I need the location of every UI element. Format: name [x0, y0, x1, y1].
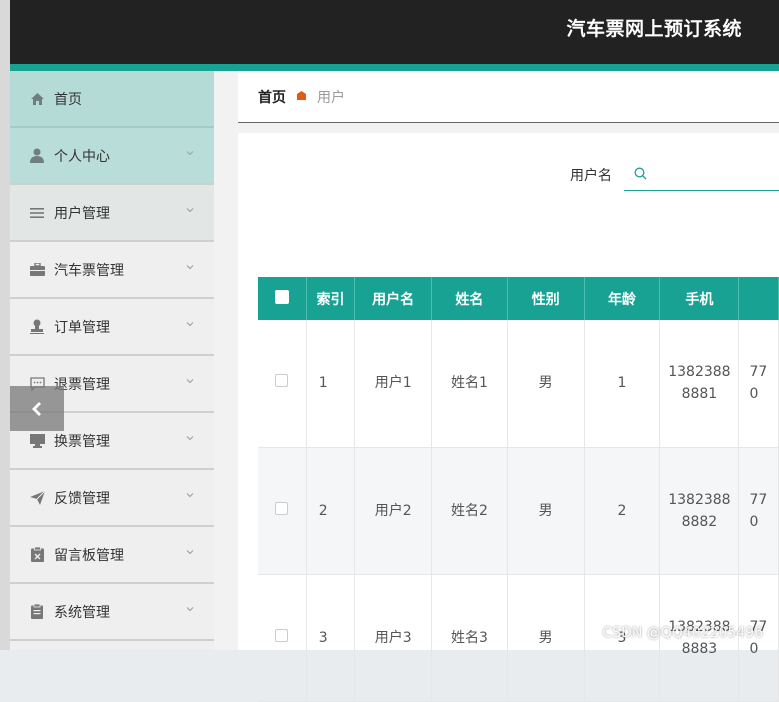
chevron-left-icon: [30, 401, 44, 417]
cell-name: 姓名2: [432, 447, 508, 574]
sidebar-item-system-management[interactable]: 系统管理: [10, 584, 214, 641]
sidebar-collapse-button[interactable]: [10, 386, 64, 431]
breadcrumb: 首页 用户: [238, 71, 779, 123]
stamp-icon: [29, 319, 45, 335]
cell-age: 1: [584, 320, 660, 447]
sidebar-item-label: 汽车票管理: [54, 260, 124, 280]
sidebar-item-feedback-management[interactable]: 反馈管理: [10, 470, 214, 527]
cell-username: 用户3: [355, 574, 432, 701]
phone-line-2: 8883: [682, 641, 718, 657]
search-icon: [634, 167, 647, 180]
chevron-down-icon: [186, 434, 194, 442]
table-row: 2 用户2 姓名2 男 2 13823888882 770: [258, 447, 779, 574]
sidebar-item-user-management[interactable]: 用户管理: [10, 185, 214, 242]
sidebar-item-home[interactable]: 首页: [10, 71, 214, 128]
search-label: 用户名: [570, 165, 612, 185]
cell-username: 用户2: [355, 447, 432, 574]
monitor-icon: [29, 433, 45, 449]
watermark: CSDN @QQ402205496: [602, 625, 763, 641]
send-icon: [29, 490, 45, 506]
username-search-input[interactable]: [624, 157, 779, 191]
cell-truncated: 770: [739, 320, 779, 447]
sidebar-item-label: 反馈管理: [54, 488, 110, 508]
sidebar-item-label: 留言板管理: [54, 545, 124, 565]
chevron-down-icon: [186, 548, 194, 556]
row-checkbox[interactable]: [258, 320, 306, 447]
sidebar-item-message-board-management[interactable]: 留言板管理: [10, 527, 214, 584]
cell-username: 用户1: [355, 320, 432, 447]
chevron-down-icon: [186, 263, 194, 271]
column-header-gender[interactable]: 性别: [507, 277, 584, 320]
column-header-index[interactable]: 索引: [306, 277, 355, 320]
row-checkbox[interactable]: [258, 447, 306, 574]
column-header-age[interactable]: 年龄: [584, 277, 660, 320]
cell-gender: 男: [507, 447, 584, 574]
phone-line-2: 8881: [682, 386, 718, 402]
app-title: 汽车票网上预订系统: [566, 14, 742, 41]
sidebar-item-label: 个人中心: [54, 146, 110, 166]
cell-gender: 男: [507, 574, 584, 701]
list-icon: [29, 205, 45, 221]
select-all-checkbox[interactable]: [258, 277, 306, 320]
column-header-phone[interactable]: 手机: [660, 277, 739, 320]
top-header: 汽车票网上预订系统: [10, 0, 779, 64]
clipboard-icon: [29, 547, 45, 563]
breadcrumb-separator-icon: [296, 90, 307, 104]
breadcrumb-home[interactable]: 首页: [258, 87, 286, 107]
phone-line-1: 1382388: [668, 364, 730, 380]
main-content: 首页 用户 用户名 索引 用户名 姓名 性别 年龄: [214, 71, 779, 650]
briefcase-icon: [29, 262, 45, 278]
cell-index: 1: [306, 320, 355, 447]
table-header-row: 索引 用户名 姓名 性别 年龄 手机: [258, 277, 779, 320]
sidebar-item-label: 订单管理: [54, 317, 110, 337]
row-checkbox[interactable]: [258, 574, 306, 701]
sidebar-item-label: 用户管理: [54, 203, 110, 223]
chevron-down-icon: [186, 605, 194, 613]
user-icon: [29, 148, 45, 164]
column-header-next: [739, 277, 779, 320]
cell-gender: 男: [507, 320, 584, 447]
chevron-down-icon: [186, 377, 194, 385]
truncated-line-2: 0: [749, 641, 758, 657]
sidebar: 首页 个人中心 用户管理 汽车票管理 订单管理 退票管理: [10, 71, 214, 650]
phone-line-1: 1382388: [668, 492, 730, 508]
sidebar-item-label: 首页: [54, 89, 82, 109]
sidebar-item-label: 系统管理: [54, 602, 110, 622]
table-row: 1 用户1 姓名1 男 1 13823888881 770: [258, 320, 779, 447]
phone-line-2: 8882: [682, 514, 718, 530]
cell-age: 2: [584, 447, 660, 574]
left-window-edge: [0, 0, 10, 650]
column-header-name[interactable]: 姓名: [432, 277, 508, 320]
truncated-line-1: 77: [749, 364, 767, 380]
chevron-down-icon: [186, 320, 194, 328]
chevron-down-icon: [186, 206, 194, 214]
sidebar-item-personal-center[interactable]: 个人中心: [10, 128, 214, 185]
cell-name: 姓名3: [432, 574, 508, 701]
cell-phone: 1382388 8881: [660, 320, 739, 447]
cell-index: 3: [306, 574, 355, 701]
header-accent-bar: [10, 64, 779, 71]
sidebar-item-label: 换票管理: [54, 431, 110, 451]
content-panel: 用户名 索引 用户名 姓名 性别 年龄 手机: [238, 133, 779, 650]
truncated-line-2: 0: [749, 386, 758, 402]
truncated-line-1: 77: [749, 492, 767, 508]
chevron-down-icon: [186, 149, 194, 157]
cell-name: 姓名1: [432, 320, 508, 447]
sidebar-item-order-management[interactable]: 订单管理: [10, 299, 214, 356]
truncated-line-2: 0: [749, 514, 758, 530]
cell-truncated: 770: [739, 447, 779, 574]
cell-phone: 1382388 8882: [660, 447, 739, 574]
cell-index: 2: [306, 447, 355, 574]
home-icon: [29, 91, 45, 107]
column-header-username[interactable]: 用户名: [355, 277, 432, 320]
breadcrumb-current: 用户: [317, 87, 345, 107]
sidebar-item-ticket-management[interactable]: 汽车票管理: [10, 242, 214, 299]
document-icon: [29, 604, 45, 620]
chevron-down-icon: [186, 491, 194, 499]
